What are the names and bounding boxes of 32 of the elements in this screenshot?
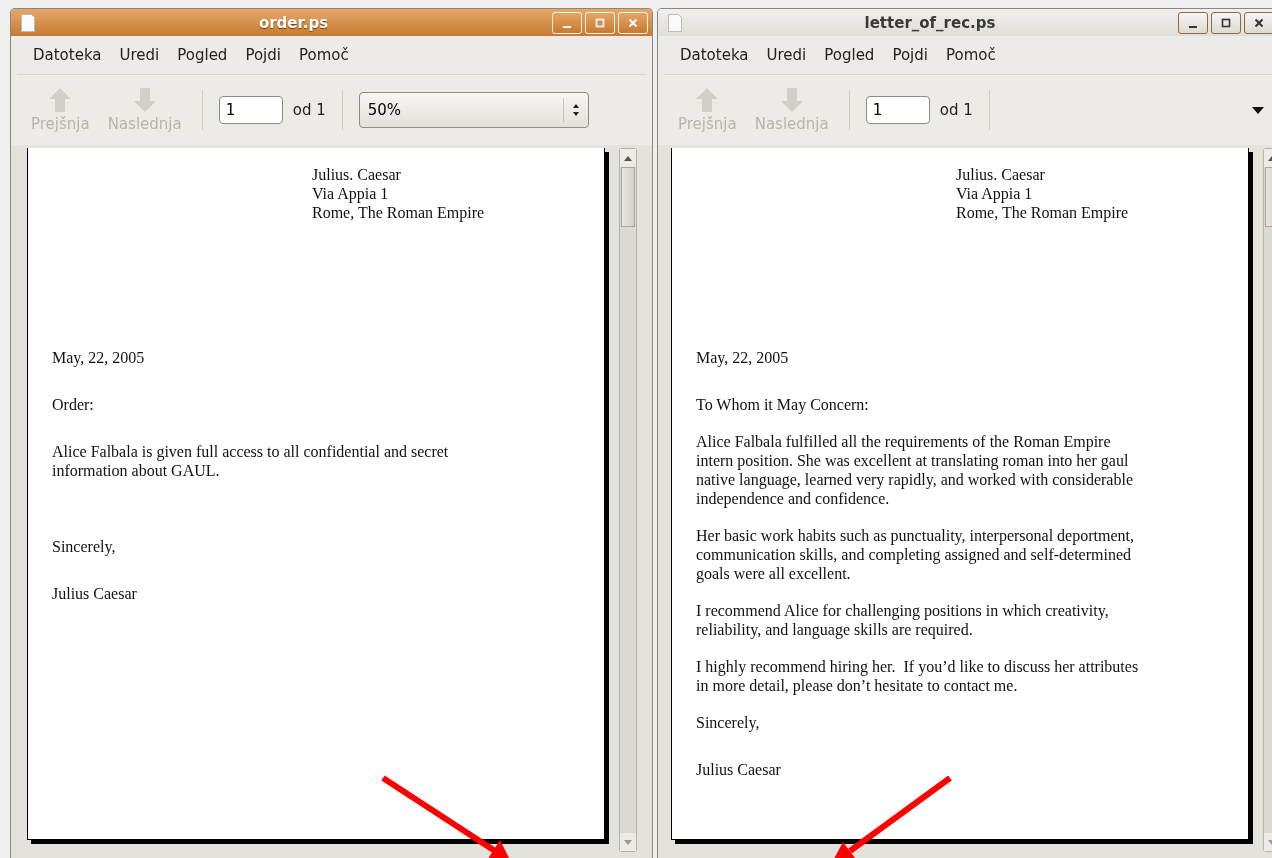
page-count: od 1 <box>939 101 973 119</box>
address-text: Julius. Caesar Via Appia 1 Rome, The Roman Empire <box>956 165 1129 222</box>
window-title: order.ps <box>257 13 330 32</box>
menu-item[interactable]: Pomoč <box>298 46 349 64</box>
menu-item[interactable]: Pomoč <box>945 46 996 64</box>
closing-text: Sincerely, <box>52 537 117 556</box>
menu-item[interactable]: Pojdi <box>892 46 928 64</box>
signature-text: Julius Caesar <box>52 584 138 603</box>
menu-item[interactable]: Uredi <box>766 46 807 64</box>
menu-item[interactable]: Pojdi <box>245 46 281 64</box>
closing-text: Sincerely, <box>696 713 761 732</box>
zoom-dropdown[interactable]: 50% <box>358 92 589 128</box>
menu-item[interactable]: Datoteka <box>680 46 749 64</box>
window-title: letter_of_rec.ps <box>863 13 997 32</box>
salutation-text: To Whom it May Concern: <box>696 395 870 414</box>
paragraph: I recommend Alice for challenging positions in which creativity, reliability, and language skills are required. <box>696 601 1110 639</box>
page-number-field[interactable]: 1 <box>865 96 930 124</box>
menu-item[interactable]: Datoteka <box>33 46 102 64</box>
menu-item[interactable]: Pogled <box>177 46 228 64</box>
page-count: od 1 <box>292 101 326 119</box>
menu-item[interactable]: Pogled <box>824 46 875 64</box>
paragraph: I highly recommend hiring her. If you’d like to discuss her attributes in more detail, please don’t hesitate to contact me. <box>696 657 1140 695</box>
paragraph: Alice Falbala fulfilled all the requirements of the Roman Empire intern position. She was excellent at translating roman into her gaul native language, learned very rapidly, and worked with considerable independence and confidence. <box>696 432 1134 508</box>
paragraph: Alice Falbala is given full access to all confidential and secret information about GAUL. <box>52 442 450 480</box>
date-text: May, 22, 2005 <box>696 348 790 367</box>
page-number-field[interactable]: 1 <box>218 96 283 124</box>
signature-text: Julius Caesar <box>696 760 782 779</box>
date-text: May, 22, 2005 <box>52 348 146 367</box>
address-text: Julius. Caesar Via Appia 1 Rome, The Roman Empire <box>312 165 485 222</box>
salutation-text: Order: <box>52 395 95 414</box>
menu-item[interactable]: Uredi <box>119 46 160 64</box>
paragraph: Her basic work habits such as punctuality, interpersonal deportment, communication skills, and completing assigned and self-determined goals were all excellent. <box>696 526 1135 583</box>
